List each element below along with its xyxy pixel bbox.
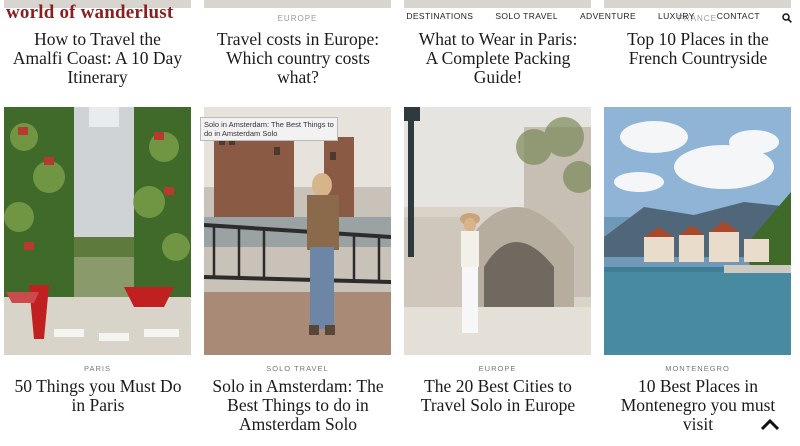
search-icon[interactable] [782, 10, 794, 23]
post-title[interactable]: 50 Things you Must Do in Paris [12, 377, 184, 415]
nav-luxury[interactable]: LUXURY [658, 11, 695, 21]
main-nav: DESTINATIONS SOLO TRAVEL ADVENTURE LUXUR… [384, 10, 794, 23]
nav-solo-travel[interactable]: SOLO TRAVEL [495, 11, 558, 21]
image-tooltip: Solo in Amsterdam: The Best Things to do… [200, 117, 338, 141]
post-category[interactable]: SOLO TRAVEL [204, 364, 391, 373]
post-image-amsterdam[interactable] [204, 107, 391, 355]
post-title[interactable]: What to Wear in Paris: A Complete Packin… [414, 30, 582, 87]
post-image-europe[interactable] [404, 107, 591, 355]
post-title[interactable]: Travel costs in Europe: Which country co… [212, 30, 384, 87]
post-title[interactable]: 10 Best Places in Montenegro you must vi… [612, 377, 784, 434]
post-title[interactable]: How to Travel the Amalfi Coast: A 10 Day… [10, 30, 185, 87]
post-image-paris[interactable] [4, 107, 191, 355]
post-category[interactable]: MONTENEGRO [604, 364, 791, 373]
prev-category[interactable]: EUROPE [204, 14, 391, 23]
prev-image-sliver[interactable] [404, 0, 591, 8]
post-title[interactable]: The 20 Best Cities to Travel Solo in Eur… [414, 377, 582, 415]
site-logo[interactable]: world of wanderlust [6, 2, 173, 24]
post-title[interactable]: Top 10 Places in the French Countryside [612, 30, 784, 68]
chevron-up-icon[interactable] [760, 418, 780, 431]
post-image-montenegro[interactable] [604, 107, 791, 355]
post-category[interactable]: PARIS [4, 364, 191, 373]
prev-image-sliver[interactable] [604, 0, 791, 8]
post-category[interactable]: EUROPE [404, 364, 591, 373]
nav-destinations[interactable]: DESTINATIONS [406, 11, 473, 21]
prev-image-sliver[interactable] [204, 0, 391, 8]
nav-contact[interactable]: CONTACT [717, 11, 760, 21]
post-title[interactable]: Solo in Amsterdam: The Best Things to do… [208, 377, 388, 434]
nav-adventure[interactable]: ADVENTURE [580, 11, 636, 21]
